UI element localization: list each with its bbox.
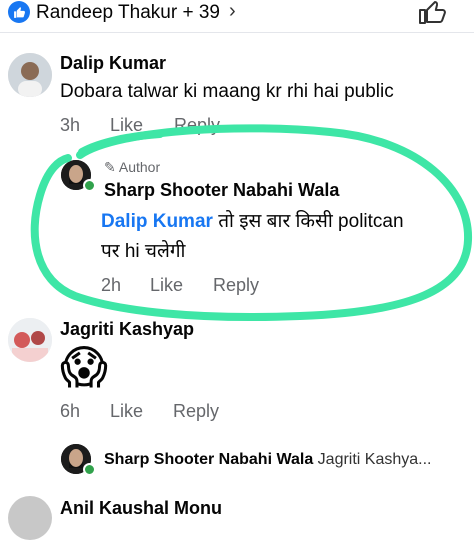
commenter-name[interactable]: Sharp Shooter Nabahi Wala <box>104 451 313 468</box>
highlight-annotation <box>30 124 473 322</box>
reply-link[interactable]: Reply <box>213 275 259 296</box>
reactors-summary[interactable]: Randeep Thakur + 39 <box>36 2 220 24</box>
comment-time: 2h <box>101 275 122 295</box>
commenter-name[interactable]: Dalip Kumar <box>60 53 166 74</box>
commenter-name[interactable]: Anil Kaushal Monu <box>60 498 222 519</box>
comment-time: 6h <box>60 401 81 421</box>
comment-text-line2: पर hi चलेगी <box>101 241 186 262</box>
author-badge: ✎ Author <box>104 159 160 176</box>
scream-emoji: 😱 <box>60 341 108 393</box>
pencil-icon: ✎ <box>104 159 116 175</box>
like-outline-icon[interactable] <box>418 0 448 24</box>
avatar-anil-kaushal-monu[interactable] <box>8 496 52 540</box>
commenter-name[interactable]: Sharp Shooter Nabahi Wala <box>104 180 339 201</box>
like-badge-icon <box>8 1 30 23</box>
comment-text: Dobara talwar ki maang kr rhi hai public <box>60 81 394 102</box>
comment-text-line1: तो इस बार किसी politcan <box>212 211 404 232</box>
person-photo-icon <box>8 318 52 362</box>
like-link[interactable]: Like <box>150 275 183 296</box>
reply-preview[interactable]: Sharp Shooter Nabahi Wala Jagriti Kashya… <box>104 451 432 469</box>
thumbs-up-icon <box>13 6 25 18</box>
mention-link[interactable]: Dalip Kumar <box>101 211 213 232</box>
reply-link[interactable]: Reply <box>173 401 219 422</box>
reply-link[interactable]: Reply <box>174 115 220 136</box>
like-link[interactable]: Like <box>110 401 143 422</box>
avatar-jagriti-kashyap[interactable] <box>8 318 52 362</box>
online-status-dot <box>83 463 96 476</box>
reply-snippet: Jagriti Kashya... <box>317 451 432 468</box>
like-link[interactable]: Like <box>110 115 143 136</box>
person-photo-icon <box>8 53 52 97</box>
comment-time: 3h <box>60 115 81 135</box>
commenter-name[interactable]: Jagriti Kashyap <box>60 319 194 340</box>
divider <box>0 32 474 33</box>
online-status-dot <box>83 179 96 192</box>
avatar-dalip-kumar[interactable] <box>8 53 52 97</box>
chevron-right-icon[interactable]: › <box>229 0 236 23</box>
comment-text: Dalip Kumar तो इस बार किसी politcan <box>101 207 404 233</box>
author-label: Author <box>118 159 161 175</box>
